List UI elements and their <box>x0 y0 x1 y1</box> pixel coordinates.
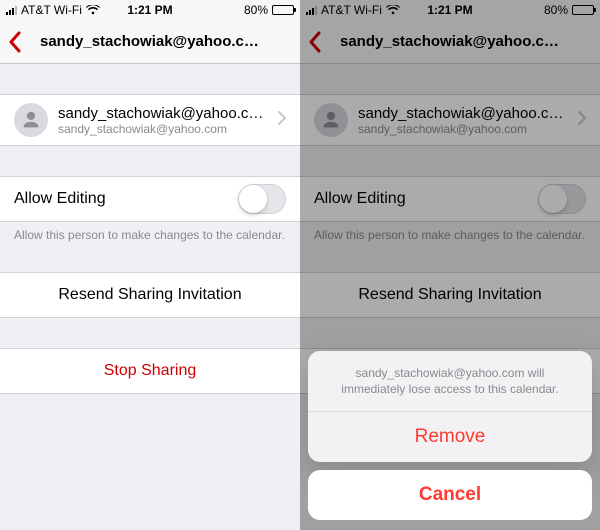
signal-icon <box>6 5 17 15</box>
person-secondary-label: sandy_stachowiak@yahoo.com <box>58 122 268 136</box>
wifi-icon <box>86 5 100 16</box>
action-sheet-message: sandy_stachowiak@yahoo.com will immediat… <box>308 351 592 412</box>
person-row[interactable]: sandy_stachowiak@yahoo.com sandy_stachow… <box>300 95 600 145</box>
battery-pct-label: 80% <box>544 3 568 17</box>
person-icon <box>20 109 42 131</box>
nav-bar: sandy_stachowiak@yahoo.com <box>0 20 300 64</box>
avatar <box>14 103 48 137</box>
remove-label: Remove <box>415 426 486 447</box>
person-primary-label: sandy_stachowiak@yahoo.com <box>58 105 268 122</box>
action-sheet: sandy_stachowiak@yahoo.com will immediat… <box>308 351 592 520</box>
back-button[interactable] <box>308 20 321 63</box>
carrier-label: AT&T Wi-Fi <box>21 3 82 17</box>
allow-editing-toggle[interactable] <box>538 184 586 214</box>
chevron-left-icon <box>308 31 321 53</box>
chevron-right-icon <box>278 111 286 130</box>
chevron-right-icon <box>578 111 586 130</box>
page-title: sandy_stachowiak@yahoo.com <box>40 33 260 50</box>
screen-sharing-settings: AT&T Wi-Fi 1:21 PM 80% sandy_stachowiak@… <box>0 0 300 530</box>
wifi-icon <box>386 5 400 16</box>
clock-label: 1:21 PM <box>427 3 472 17</box>
resend-invitation-button[interactable]: Resend Sharing Invitation <box>0 273 300 317</box>
battery-icon <box>272 5 294 15</box>
back-button[interactable] <box>8 20 21 63</box>
person-primary-label: sandy_stachowiak@yahoo.com <box>358 105 568 122</box>
avatar <box>314 103 348 137</box>
resend-invitation-label: Resend Sharing Invitation <box>58 286 241 304</box>
signal-icon <box>306 5 317 15</box>
allow-editing-footer: Allow this person to make changes to the… <box>300 222 600 242</box>
cancel-button[interactable]: Cancel <box>308 470 592 520</box>
battery-pct-label: 80% <box>244 3 268 17</box>
allow-editing-row[interactable]: Allow Editing <box>300 177 600 221</box>
person-secondary-label: sandy_stachowiak@yahoo.com <box>358 122 568 136</box>
resend-invitation-label: Resend Sharing Invitation <box>358 286 541 304</box>
person-icon <box>320 109 342 131</box>
screen-sharing-settings-confirm: AT&T Wi-Fi 1:21 PM 80% sandy_stachowiak@… <box>300 0 600 530</box>
nav-bar: sandy_stachowiak@yahoo.com <box>300 20 600 64</box>
page-title: sandy_stachowiak@yahoo.com <box>340 33 560 50</box>
status-bar: AT&T Wi-Fi 1:21 PM 80% <box>300 0 600 20</box>
status-bar: AT&T Wi-Fi 1:21 PM 80% <box>0 0 300 20</box>
remove-button[interactable]: Remove <box>308 412 592 462</box>
allow-editing-label: Allow Editing <box>314 190 538 208</box>
chevron-left-icon <box>8 31 21 53</box>
battery-icon <box>572 5 594 15</box>
allow-editing-label: Allow Editing <box>14 190 238 208</box>
stop-sharing-label: Stop Sharing <box>104 362 197 380</box>
person-row[interactable]: sandy_stachowiak@yahoo.com sandy_stachow… <box>0 95 300 145</box>
allow-editing-toggle[interactable] <box>238 184 286 214</box>
clock-label: 1:21 PM <box>127 3 172 17</box>
stop-sharing-button[interactable]: Stop Sharing <box>0 349 300 393</box>
allow-editing-row[interactable]: Allow Editing <box>0 177 300 221</box>
cancel-label: Cancel <box>419 484 481 505</box>
resend-invitation-button[interactable]: Resend Sharing Invitation <box>300 273 600 317</box>
allow-editing-footer: Allow this person to make changes to the… <box>0 222 300 242</box>
carrier-label: AT&T Wi-Fi <box>321 3 382 17</box>
